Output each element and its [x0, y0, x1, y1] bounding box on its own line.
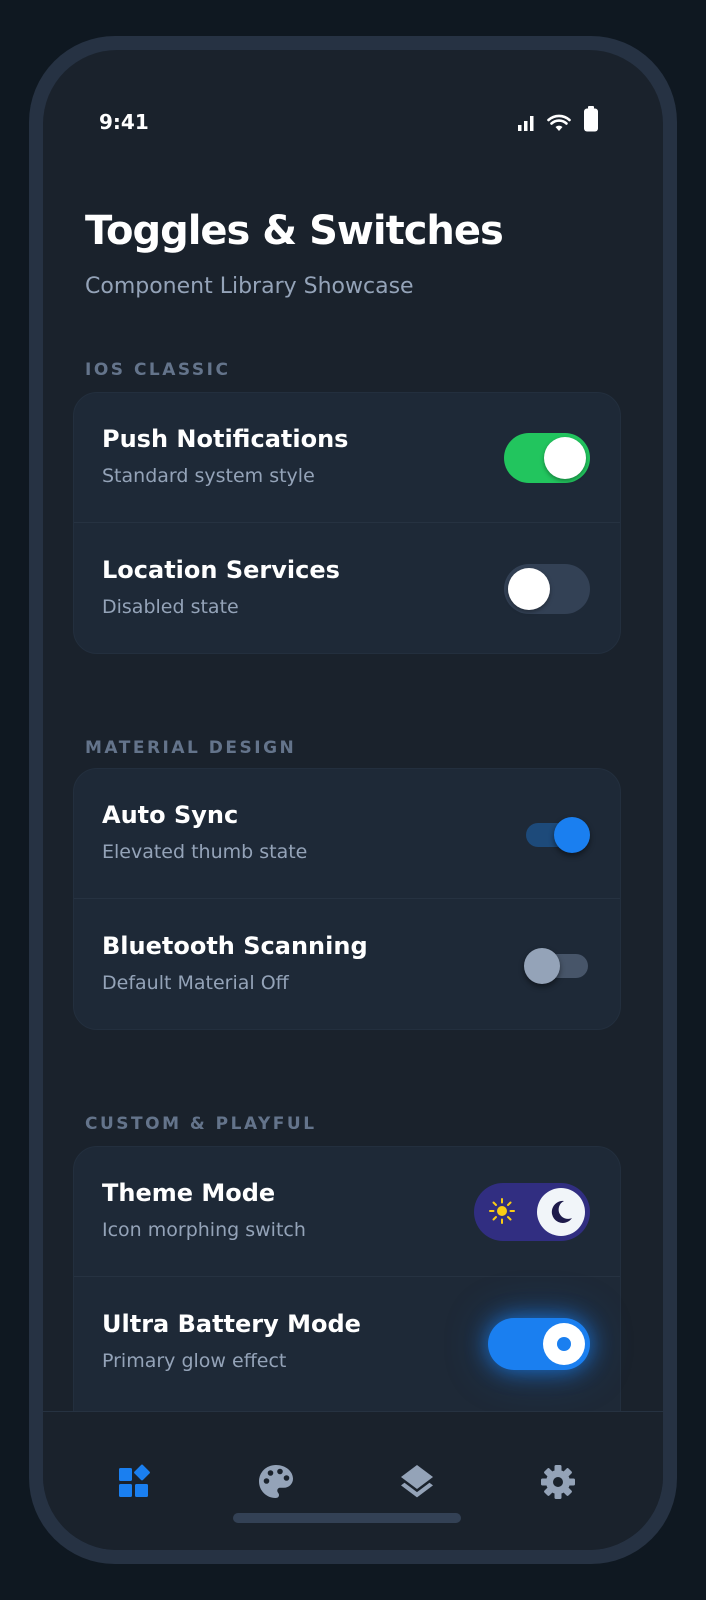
status-icons	[517, 106, 599, 132]
setting-row-push-notifications: Push Notifications Standard system style	[74, 393, 620, 523]
nav-item-layers[interactable]	[397, 1462, 437, 1502]
signal-icon	[518, 116, 534, 131]
battery-icon	[584, 106, 598, 132]
setting-title: Push Notifications	[102, 425, 349, 453]
status-time: 9:41	[99, 110, 149, 134]
page-subtitle: Component Library Showcase	[85, 274, 414, 299]
bluetooth-scanning-toggle[interactable]	[524, 948, 590, 984]
setting-row-ultra-battery-mode: Ultra Battery Mode Primary glow effect	[74, 1278, 620, 1408]
sun-icon	[489, 1198, 515, 1224]
setting-row-location-services: Location Services Disabled state	[74, 524, 620, 654]
widgets-icon	[119, 1464, 150, 1497]
toggle-thumb	[508, 568, 550, 610]
setting-subtitle: Elevated thumb state	[102, 841, 308, 863]
palette-icon	[259, 1465, 293, 1498]
home-indicator[interactable]	[233, 1513, 461, 1523]
nav-item-widgets[interactable]	[115, 1462, 155, 1502]
toggle-thumb	[543, 1323, 585, 1365]
setting-title: Location Services	[102, 556, 340, 584]
toggle-thumb	[537, 1188, 585, 1236]
theme-mode-toggle[interactable]	[474, 1183, 590, 1241]
card-ios-classic: Push Notifications Standard system style…	[73, 392, 621, 654]
moon-icon	[551, 1200, 572, 1223]
setting-title: Bluetooth Scanning	[102, 932, 368, 960]
location-services-toggle[interactable]	[504, 564, 590, 614]
setting-title: Ultra Battery Mode	[102, 1310, 361, 1338]
thumb-dot	[557, 1337, 571, 1351]
section-label-custom: CUSTOM & PLAYFUL	[85, 1114, 317, 1134]
wifi-icon	[547, 114, 571, 131]
toggle-thumb	[554, 817, 590, 853]
setting-row-theme-mode: Theme Mode Icon morphing switch	[74, 1147, 620, 1277]
setting-row-auto-sync: Auto Sync Elevated thumb state	[74, 769, 620, 899]
card-material-design: Auto Sync Elevated thumb state Bluetooth…	[73, 768, 621, 1030]
setting-title: Auto Sync	[102, 801, 239, 829]
section-label-material: MATERIAL DESIGN	[85, 738, 297, 758]
setting-subtitle: Disabled state	[102, 596, 239, 618]
phone-frame: 9:41 Toggles & Switches Component Librar…	[29, 36, 677, 1564]
push-notifications-toggle[interactable]	[504, 433, 590, 483]
setting-subtitle: Icon morphing switch	[102, 1219, 306, 1241]
screen: 9:41 Toggles & Switches Component Librar…	[43, 50, 663, 1550]
setting-subtitle: Default Material Off	[102, 972, 289, 994]
layers-icon	[401, 1465, 433, 1498]
section-label-ios: IOS CLASSIC	[85, 360, 231, 380]
toggle-thumb	[544, 437, 586, 479]
ultra-battery-mode-toggle[interactable]	[488, 1318, 590, 1370]
bottom-navigation	[43, 1411, 663, 1550]
setting-subtitle: Standard system style	[102, 465, 315, 487]
page-title: Toggles & Switches	[85, 208, 504, 254]
auto-sync-toggle[interactable]	[524, 817, 590, 853]
setting-row-bluetooth-scanning: Bluetooth Scanning Default Material Off	[74, 900, 620, 1030]
card-custom-playful: Theme Mode Icon morphing switch Ultra Ba…	[73, 1146, 621, 1446]
setting-title: Theme Mode	[102, 1179, 276, 1207]
settings-gear-icon	[541, 1465, 575, 1499]
toggle-thumb	[524, 948, 560, 984]
nav-item-settings[interactable]	[538, 1462, 578, 1502]
setting-subtitle: Primary glow effect	[102, 1350, 287, 1372]
nav-item-palette[interactable]	[256, 1462, 296, 1502]
